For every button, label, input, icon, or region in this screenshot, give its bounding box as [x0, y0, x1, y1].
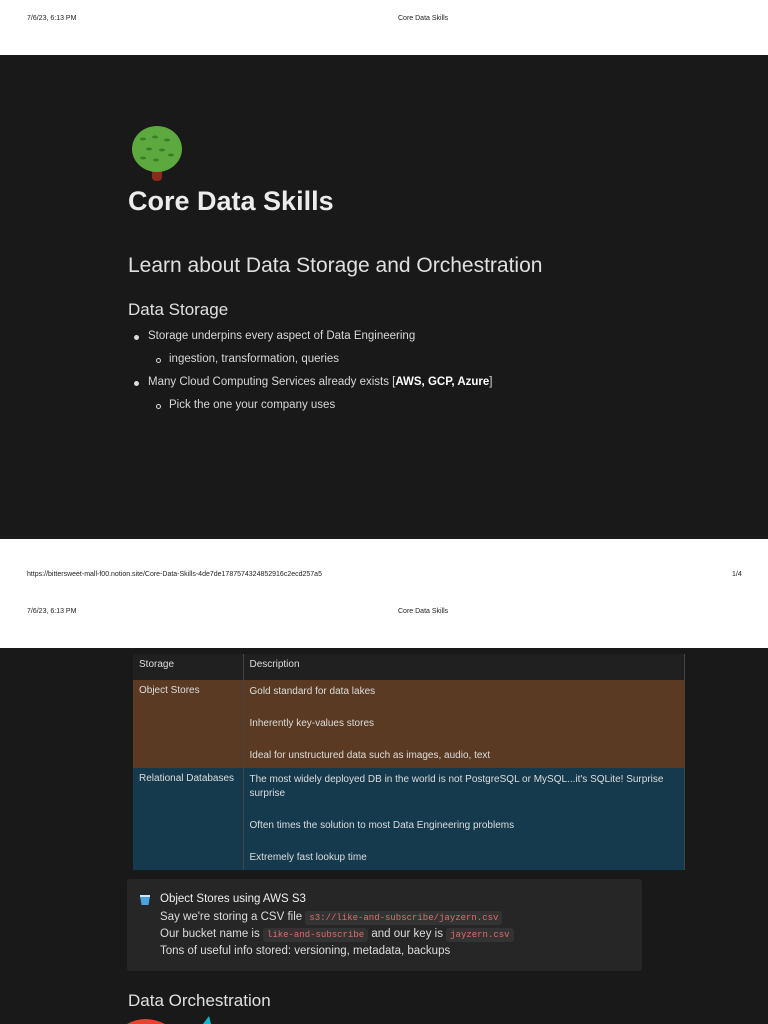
- inline-code: s3://like-and-subscribe/jayzern.csv: [305, 911, 503, 925]
- inline-code: jayzern.csv: [446, 928, 514, 942]
- page-2: Storage Description Object Stores Gold sta…: [0, 648, 768, 1024]
- bullet-item: Many Cloud Computing Services already ex…: [134, 376, 493, 388]
- bullet-icon: [134, 381, 139, 386]
- print-title: Core Data Skills: [398, 15, 449, 22]
- tree-icon: [132, 126, 182, 181]
- sub-bullet-item: ingestion, transformation, queries: [156, 353, 339, 365]
- callout-s3: Object Stores using AWS S3 Say we're sto…: [127, 879, 642, 971]
- bullet-icon: [134, 335, 139, 340]
- print-date: 7/6/23, 6:13 PM: [27, 608, 77, 615]
- sub-bullet-item: Pick the one your company uses: [156, 399, 335, 411]
- page-1: Core Data Skills Learn about Data Storag…: [0, 55, 768, 539]
- table-row: Object Stores Gold standard for data lake…: [133, 680, 685, 768]
- inline-code: like-and-subscribe: [262, 928, 369, 942]
- airflow-logo-icon: [127, 1016, 211, 1024]
- print-title: Core Data Skills: [398, 608, 449, 615]
- page-title: Core Data Skills: [128, 186, 334, 216]
- bullet-item: Storage underpins every aspect of Data E…: [134, 330, 415, 342]
- section-heading-storage: Data Storage: [128, 300, 229, 319]
- print-page-number: 1/4: [732, 571, 742, 578]
- page-subtitle: Learn about Data Storage and Orchestrati…: [128, 254, 543, 277]
- print-date: 7/6/23, 6:13 PM: [27, 15, 77, 22]
- section-heading-orchestration: Data Orchestration: [128, 991, 271, 1010]
- storage-table: Storage Description Object Stores Gold sta…: [133, 654, 685, 870]
- circle-bullet-icon: [156, 404, 161, 409]
- circle-bullet-icon: [156, 358, 161, 363]
- callout-title: Object Stores using AWS S3: [160, 893, 306, 905]
- table-row: Relational Databases The most widely depl…: [133, 768, 685, 870]
- bucket-icon: [140, 895, 150, 905]
- print-url[interactable]: https://bittersweet-mall-f00.notion.site…: [27, 571, 322, 578]
